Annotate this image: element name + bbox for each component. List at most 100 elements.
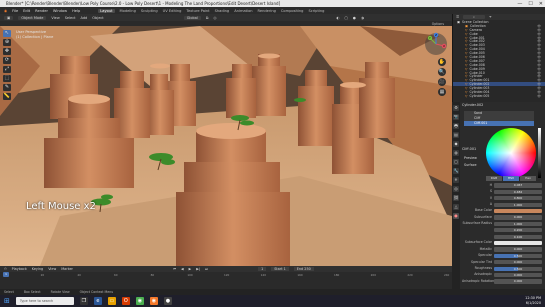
- world-tab-icon[interactable]: ◍: [453, 150, 459, 156]
- menu-select[interactable]: Select: [65, 16, 76, 20]
- play-icon[interactable]: ▶: [189, 267, 192, 271]
- orientation-dropdown[interactable]: Global: [183, 15, 201, 20]
- property-value-field[interactable]: 0.000: [494, 273, 542, 278]
- output-tab-icon[interactable]: 🖶: [453, 123, 459, 129]
- material-slot-cliff-001[interactable]: Cliff.001: [464, 121, 534, 126]
- editor-type-button[interactable]: ▣: [4, 15, 14, 20]
- current-frame-field[interactable]: 1: [258, 267, 267, 271]
- render-tab-icon[interactable]: 📷: [453, 114, 459, 120]
- ortho-toggle-icon[interactable]: ▦: [438, 88, 446, 96]
- select-tool-icon[interactable]: ↖: [3, 30, 11, 37]
- property-value-field[interactable]: 0.482: [494, 189, 542, 194]
- workspace-tab-texture-paint[interactable]: Texture Paint: [186, 9, 209, 13]
- measure-tool-icon[interactable]: 📏: [3, 93, 11, 100]
- menu-object[interactable]: Object: [92, 16, 103, 20]
- property-value-field[interactable]: [494, 241, 542, 246]
- end-frame-field[interactable]: End 250: [293, 267, 314, 271]
- constraints-tab-icon[interactable]: ⛓: [453, 195, 459, 201]
- property-value-field[interactable]: 0.200: [494, 228, 542, 233]
- close-button[interactable]: ✕: [539, 1, 543, 7]
- office-app-icon[interactable]: O: [121, 297, 130, 305]
- cursor-tool-icon[interactable]: ⊕: [3, 39, 11, 46]
- hex-tab[interactable]: Hex: [520, 176, 536, 181]
- scale-tool-icon[interactable]: ⤢: [3, 66, 11, 73]
- property-value-field[interactable]: 0.000: [494, 247, 542, 252]
- transform-tool-icon[interactable]: ⬚: [3, 75, 11, 82]
- shading-solid-icon[interactable]: ●: [353, 16, 356, 20]
- material-slot-cliff[interactable]: Cliff: [464, 116, 534, 121]
- material-tab-icon[interactable]: ●: [453, 213, 459, 219]
- menu-add[interactable]: Add: [81, 16, 88, 20]
- menu-render[interactable]: Render: [35, 9, 48, 13]
- workspace-tab-layout[interactable]: Layout: [98, 8, 115, 13]
- outliner-item[interactable]: ▽ Cylinder.005 👁: [453, 94, 545, 98]
- menu-keying[interactable]: Keying: [32, 267, 43, 271]
- start-frame-field[interactable]: Start 1: [271, 267, 289, 271]
- modifier-tab-icon[interactable]: 🔧: [453, 168, 459, 174]
- filter-icon[interactable]: ⏷: [489, 15, 492, 19]
- move-tool-icon[interactable]: ✥: [3, 48, 11, 55]
- property-value-field[interactable]: 0.500: [494, 253, 542, 258]
- jump-end-icon[interactable]: ⏭: [205, 267, 208, 271]
- scene-tab-icon[interactable]: ◆: [453, 141, 459, 147]
- value-slider[interactable]: [538, 128, 541, 178]
- next-key-icon[interactable]: ▶|: [196, 267, 200, 271]
- material-slot-sand[interactable]: Sand: [464, 111, 534, 116]
- visibility-eye-icon[interactable]: 👁: [537, 94, 541, 98]
- menu-playback[interactable]: Playback: [12, 267, 27, 271]
- surface-section[interactable]: Surface: [464, 163, 477, 167]
- menu-edit[interactable]: Edit: [23, 9, 30, 13]
- chrome-browser-icon[interactable]: ◉: [135, 297, 144, 305]
- options-dropdown[interactable]: Options: [432, 22, 444, 26]
- property-value-field[interactable]: 1.000: [494, 202, 542, 207]
- property-value-field[interactable]: 0.500: [494, 266, 542, 271]
- shading-material-icon[interactable]: ◑: [361, 16, 364, 20]
- menu-marker[interactable]: Marker: [61, 267, 73, 271]
- workspace-tab-rendering[interactable]: Rendering: [258, 9, 276, 13]
- property-value-field[interactable]: [494, 209, 542, 214]
- zoom-view-icon[interactable]: 🔍: [438, 68, 446, 76]
- workspace-tab-compositing[interactable]: Compositing: [281, 9, 304, 13]
- prev-key-icon[interactable]: ◀: [181, 267, 184, 271]
- outliner-icon[interactable]: ☰: [456, 15, 459, 19]
- view-layer-tab-icon[interactable]: ▤: [453, 132, 459, 138]
- edge-browser-icon[interactable]: e: [93, 297, 102, 305]
- hsv-tab[interactable]: HSV: [503, 176, 519, 181]
- taskbar-search-input[interactable]: Type here to search: [15, 297, 74, 305]
- property-value-field[interactable]: 0.100: [494, 234, 542, 239]
- blender-logo-icon[interactable]: ◉: [4, 9, 7, 13]
- proportional-edit-icon[interactable]: ◎: [213, 16, 216, 20]
- workspace-tab-sculpting[interactable]: Sculpting: [141, 9, 158, 13]
- timeline-ruler[interactable]: 020406080100120140160180200220240: [0, 273, 452, 278]
- maximize-button[interactable]: ☐: [528, 1, 532, 7]
- property-value-field[interactable]: 0.067: [494, 183, 542, 188]
- menu-window[interactable]: Window: [53, 9, 67, 13]
- color-wheel[interactable]: [486, 128, 536, 178]
- navigation-gizmo-icon[interactable]: X Y Z: [424, 32, 448, 56]
- particles-tab-icon[interactable]: ✳: [453, 177, 459, 183]
- property-value-field[interactable]: 0.800: [494, 196, 542, 201]
- property-value-field[interactable]: 1.000: [494, 221, 542, 226]
- menu-view-timeline[interactable]: View: [48, 267, 56, 271]
- physics-tab-icon[interactable]: ◎: [453, 186, 459, 192]
- data-tab-icon[interactable]: △: [453, 204, 459, 210]
- annotate-tool-icon[interactable]: ✎: [3, 84, 11, 91]
- menu-view[interactable]: View: [51, 16, 59, 20]
- property-value-field[interactable]: 0.000: [494, 279, 542, 284]
- property-value-field[interactable]: 0.000: [494, 260, 542, 265]
- camera-view-icon[interactable]: 🎥: [438, 78, 446, 86]
- jump-start-icon[interactable]: ⏮: [173, 267, 176, 271]
- property-value-field[interactable]: 0.000: [494, 215, 542, 220]
- preview-section[interactable]: Preview: [464, 156, 477, 160]
- tool-tab-icon[interactable]: ⚙: [453, 105, 459, 111]
- workspace-tab-uv-editing[interactable]: UV Editing: [163, 9, 182, 13]
- pan-view-icon[interactable]: ✋: [438, 58, 446, 66]
- taskbar-clock[interactable]: 12:30 PM 6/1/2020: [525, 296, 541, 306]
- timeline-editor-icon[interactable]: ⏱: [4, 267, 7, 271]
- workspace-tab-shading[interactable]: Shading: [215, 9, 230, 13]
- menu-help[interactable]: Help: [72, 9, 80, 13]
- workspace-tab-scripting[interactable]: Scripting: [308, 9, 324, 13]
- overlay-icon[interactable]: ◐: [336, 16, 339, 20]
- outliner-search-input[interactable]: ⌕: [463, 15, 485, 19]
- xray-icon[interactable]: ▢: [344, 16, 347, 20]
